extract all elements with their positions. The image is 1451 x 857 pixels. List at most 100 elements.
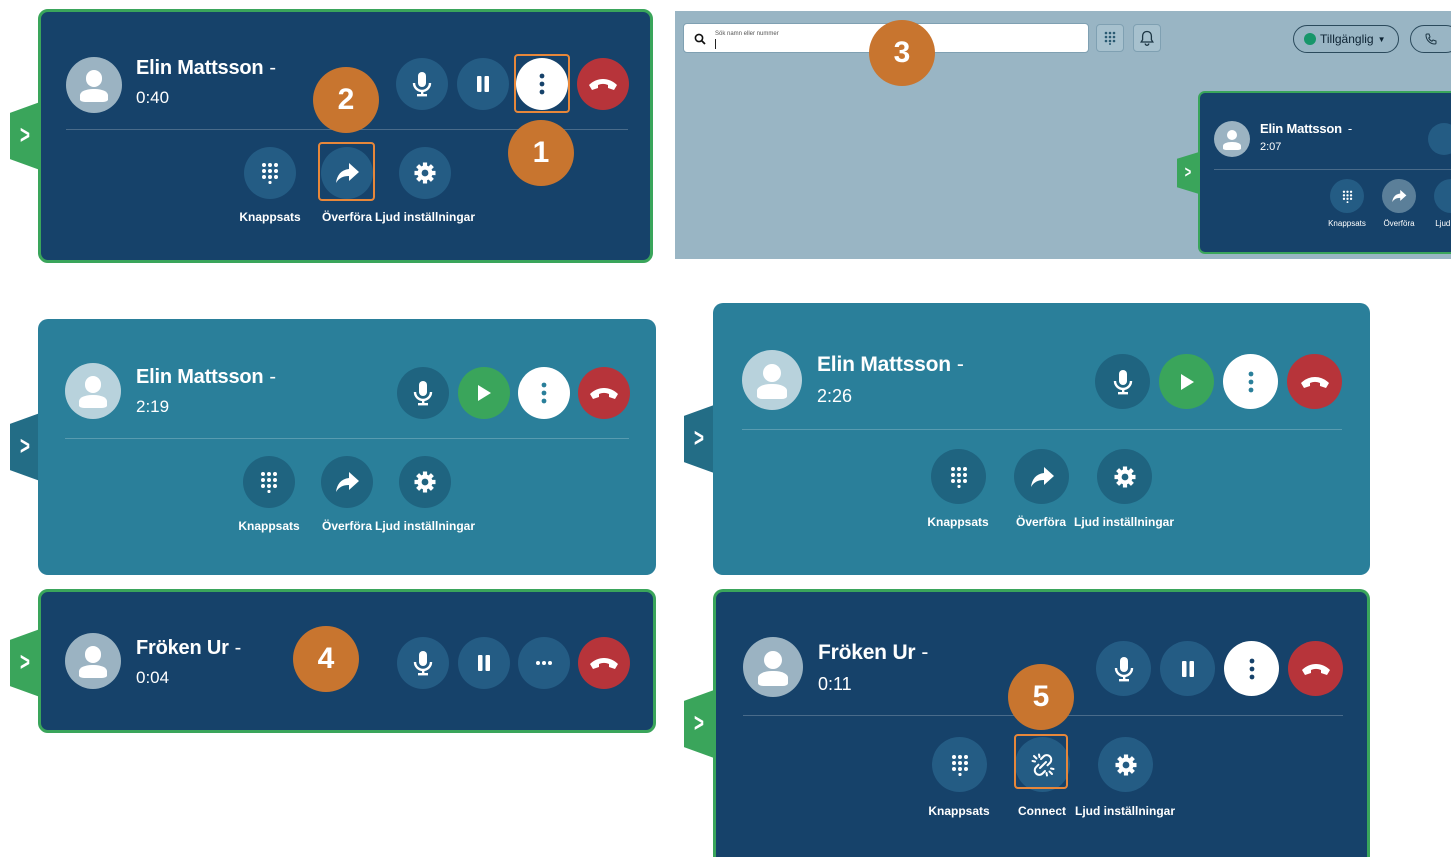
mute-button[interactable] bbox=[1096, 641, 1151, 696]
mute-button[interactable] bbox=[1428, 123, 1451, 155]
forward-arrow-icon bbox=[336, 472, 359, 492]
transfer-button[interactable] bbox=[321, 147, 373, 199]
more-vertical-icon bbox=[539, 73, 545, 95]
avatar-icon bbox=[65, 633, 121, 689]
audio-settings-button[interactable] bbox=[399, 456, 451, 508]
caller-name: Fröken Ur - bbox=[136, 637, 242, 659]
audio-settings-label: Ljud ins bbox=[1435, 219, 1451, 228]
mute-button[interactable] bbox=[397, 637, 449, 689]
avatar-icon bbox=[742, 350, 802, 410]
audio-settings-button[interactable] bbox=[399, 147, 451, 199]
microphone-icon bbox=[413, 651, 433, 676]
keypad-button[interactable] bbox=[244, 147, 296, 199]
transfer-label: Överföra bbox=[1015, 515, 1067, 529]
hold-button[interactable] bbox=[458, 637, 510, 689]
tutorial-canvas: > Elin Mattsson - 0:40 Knappsats Överföra… bbox=[0, 0, 1451, 857]
microphone-icon bbox=[1113, 369, 1132, 394]
audio-settings-label: Ljud inställningar bbox=[1074, 804, 1176, 818]
step-badge-4: 4 bbox=[293, 626, 359, 692]
microphone-icon bbox=[1114, 656, 1133, 681]
keypad-button[interactable] bbox=[932, 737, 987, 792]
keypad-label: Knappsats bbox=[928, 804, 990, 818]
audio-settings-label: Ljud inställningar bbox=[374, 519, 476, 533]
expand-tab[interactable]: > bbox=[684, 405, 714, 473]
call-timer: 0:40 bbox=[136, 88, 170, 107]
status-label: Tillgänglig bbox=[1320, 32, 1374, 46]
broken-link-icon bbox=[1031, 753, 1054, 776]
notifications-button[interactable] bbox=[1133, 24, 1161, 52]
search-placeholder: Sök namn eller nummer bbox=[715, 31, 779, 37]
connect-label: Connect bbox=[1018, 804, 1066, 818]
caller-name: Elin Mattsson - bbox=[136, 57, 276, 79]
microphone-icon bbox=[413, 381, 433, 406]
audio-settings-button[interactable] bbox=[1434, 179, 1451, 213]
hangup-icon bbox=[1301, 663, 1330, 675]
hangup-button[interactable] bbox=[1287, 354, 1342, 409]
text-caret bbox=[715, 39, 716, 49]
gear-icon bbox=[414, 471, 436, 493]
hold-button[interactable] bbox=[457, 58, 509, 110]
forward-arrow-icon bbox=[1392, 189, 1407, 203]
audio-settings-label: Ljud inställningar bbox=[1073, 515, 1175, 529]
divider bbox=[742, 429, 1342, 430]
chevron-right-icon: > bbox=[20, 121, 30, 150]
keypad-icon bbox=[950, 466, 967, 488]
more-options-button[interactable] bbox=[1223, 354, 1278, 409]
call-status-pill[interactable] bbox=[1410, 25, 1451, 53]
more-options-button[interactable] bbox=[516, 58, 568, 110]
caller-name: Elin Mattsson - bbox=[817, 353, 964, 376]
more-options-button[interactable] bbox=[518, 367, 570, 419]
transfer-label: Överföra bbox=[321, 210, 373, 224]
more-options-button[interactable] bbox=[1224, 641, 1279, 696]
caller-name: Fröken Ur - bbox=[818, 641, 929, 664]
expand-tab[interactable]: > bbox=[684, 690, 714, 758]
mute-button[interactable] bbox=[397, 367, 449, 419]
step-badge-3: 3 bbox=[869, 20, 935, 86]
availability-status[interactable]: Tillgänglig ▼ bbox=[1293, 25, 1399, 53]
avatar-icon bbox=[65, 363, 121, 419]
mute-button[interactable] bbox=[1095, 354, 1150, 409]
hangup-button[interactable] bbox=[578, 367, 630, 419]
call-timer: 2:19 bbox=[136, 397, 170, 416]
more-vertical-icon bbox=[1248, 371, 1253, 392]
divider bbox=[65, 438, 629, 439]
resume-button[interactable] bbox=[1159, 354, 1214, 409]
keypad-button[interactable] bbox=[931, 449, 986, 504]
chevron-right-icon: > bbox=[20, 432, 30, 461]
status-dot bbox=[1304, 33, 1316, 45]
hangup-button[interactable] bbox=[577, 58, 629, 110]
transfer-button[interactable] bbox=[1382, 179, 1416, 213]
audio-settings-button[interactable] bbox=[1097, 449, 1152, 504]
transfer-label: Överföra bbox=[321, 519, 373, 533]
expand-tab[interactable]: > bbox=[10, 413, 40, 481]
keypad-button[interactable] bbox=[1330, 179, 1364, 213]
held-call-card: Elin Mattsson - 2:26 Knappsats Överföra L… bbox=[713, 303, 1370, 575]
play-icon bbox=[478, 385, 491, 401]
step-badge-1: 1 bbox=[508, 120, 574, 186]
dialpad-button[interactable] bbox=[1096, 24, 1124, 52]
expand-tab[interactable]: > bbox=[1177, 152, 1199, 194]
more-options-button[interactable] bbox=[518, 637, 570, 689]
mute-button[interactable] bbox=[396, 58, 448, 110]
call-timer: 2:26 bbox=[817, 386, 853, 406]
forward-arrow-icon bbox=[336, 163, 359, 183]
app-window: Sök namn eller nummer Tillgänglig ▼ > Eli… bbox=[675, 11, 1451, 259]
step-badge-2: 2 bbox=[313, 67, 379, 133]
keypad-button[interactable] bbox=[243, 456, 295, 508]
transfer-button[interactable] bbox=[321, 456, 373, 508]
hangup-button[interactable] bbox=[578, 637, 630, 689]
hold-button[interactable] bbox=[1160, 641, 1215, 696]
resume-button[interactable] bbox=[458, 367, 510, 419]
expand-tab[interactable]: > bbox=[10, 102, 40, 170]
transfer-label: Överföra bbox=[1383, 219, 1415, 228]
expand-tab[interactable]: > bbox=[10, 629, 40, 697]
active-call-card-mini: Elin Mattsson - 2:07 Knappsats Överföra L… bbox=[1198, 91, 1451, 254]
transfer-button[interactable] bbox=[1014, 449, 1069, 504]
audio-settings-button[interactable] bbox=[1098, 737, 1153, 792]
gear-icon bbox=[414, 162, 436, 184]
step-badge-5: 5 bbox=[1008, 664, 1074, 730]
chevron-right-icon: > bbox=[694, 424, 704, 453]
connect-button[interactable] bbox=[1015, 737, 1070, 792]
hangup-button[interactable] bbox=[1288, 641, 1343, 696]
forward-arrow-icon bbox=[1030, 466, 1054, 487]
